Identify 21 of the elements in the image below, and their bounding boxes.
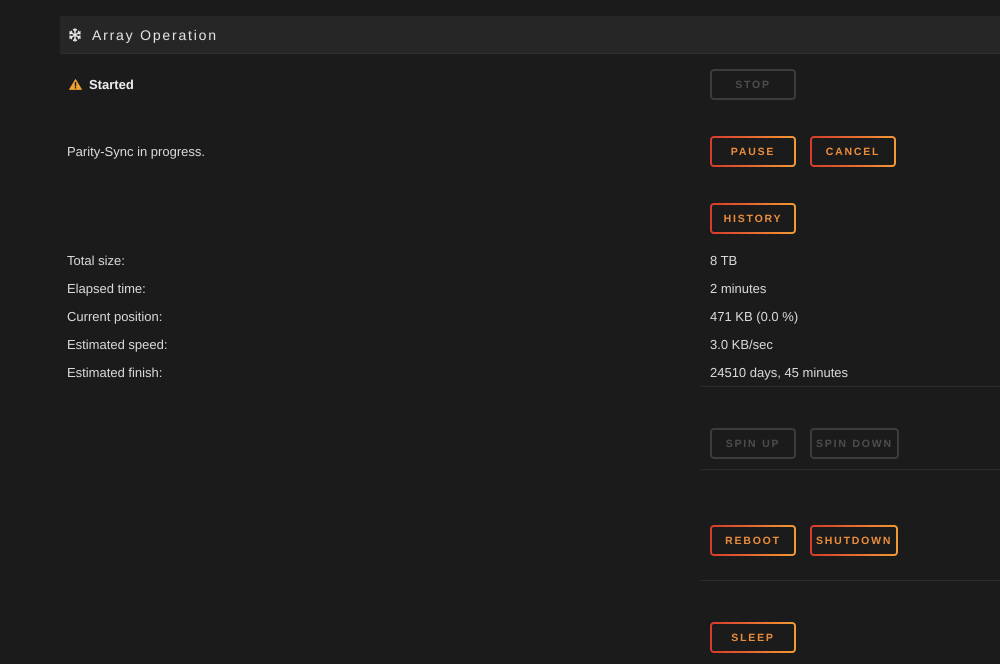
status-text: Started: [89, 77, 134, 92]
action-button[interactable]: CANCEL: [810, 136, 896, 167]
stat-label: Total size:: [67, 252, 125, 268]
panel-title: Array Operation: [92, 26, 218, 42]
action-button[interactable]: REBOOT: [710, 525, 796, 556]
stat-value: 24510 days, 45 minutes: [710, 364, 848, 380]
stat-label: Elapsed time:: [67, 280, 146, 296]
stat-value: 471 KB (0.0 %): [710, 308, 798, 324]
stat-value: 3.0 KB/sec: [710, 336, 773, 352]
stat-value: 8 TB: [710, 252, 738, 268]
action-button[interactable]: PAUSE: [710, 136, 796, 167]
warning-icon: [69, 79, 82, 90]
stat-value: 2 minutes: [710, 280, 766, 296]
stat-label: Current position:: [67, 308, 162, 324]
action-button[interactable]: SLEEP: [710, 622, 796, 653]
stat-label: Estimated finish:: [67, 364, 162, 380]
status-message: Parity-Sync in progress.: [67, 144, 205, 159]
snowflake-icon: [68, 28, 82, 42]
stat-label: Estimated speed:: [67, 336, 168, 352]
action-button[interactable]: HISTORY: [710, 203, 796, 234]
action-button[interactable]: SHUTDOWN: [810, 525, 898, 556]
